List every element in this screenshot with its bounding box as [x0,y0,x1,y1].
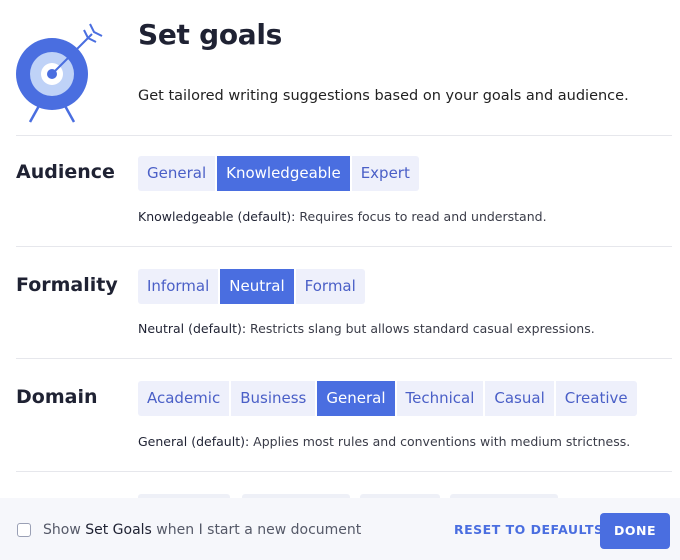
formality-option-informal[interactable]: Informal [138,269,219,304]
formality-desc-text: Restricts slang but allows standard casu… [246,321,595,336]
audience-selector: General Knowledgeable Expert [138,156,419,191]
formality-option-neutral[interactable]: Neutral [220,269,294,304]
formality-desc-key: Neutral (default): [138,321,247,336]
domain-option-business[interactable]: Business [231,381,316,416]
formality-option-formal[interactable]: Formal [295,269,365,304]
divider [16,135,672,136]
domain-option-technical[interactable]: Technical [396,381,484,416]
domain-option-creative[interactable]: Creative [555,381,637,416]
audience-label: Audience [16,161,115,183]
audience-description: Knowledgeable (default): Requires focus … [138,209,547,224]
divider [16,471,672,472]
domain-desc-key: General (default): [138,434,250,449]
domain-option-academic[interactable]: Academic [138,381,230,416]
done-button[interactable]: DONE [600,513,670,549]
divider [16,358,672,359]
domain-desc-text: Applies most rules and conventions with … [249,434,631,449]
audience-option-general[interactable]: General [138,156,216,191]
divider [16,246,672,247]
checkbox-label-strong: Set Goals [85,522,152,538]
page-title: Set goals [138,18,283,51]
formality-description: Neutral (default): Restricts slang but a… [138,321,595,336]
domain-description: General (default): Applies most rules an… [138,434,630,449]
show-set-goals-label[interactable]: Show Set Goals when I start a new docume… [43,522,361,538]
audience-desc-key: Knowledgeable (default): [138,209,296,224]
domain-option-casual[interactable]: Casual [485,381,554,416]
checkbox-label-pre: Show [43,522,86,538]
domain-label: Domain [16,386,98,408]
goals-header: Set goals Get tailored writing suggestio… [0,0,680,136]
formality-selector: Informal Neutral Formal [138,269,365,304]
formality-label: Formality [16,274,118,296]
domain-option-general[interactable]: General [317,381,395,416]
audience-desc-text: Requires focus to read and understand. [295,209,547,224]
show-set-goals-checkbox[interactable] [17,523,31,537]
checkbox-label-post: when I start a new document [151,522,362,538]
reset-to-defaults-button[interactable]: RESET TO DEFAULTS [454,522,603,537]
footer-bar: Show Set Goals when I start a new docume… [0,498,680,560]
audience-option-knowledgeable[interactable]: Knowledgeable [217,156,350,191]
target-icon [16,23,103,123]
domain-selector: Academic Business General Technical Casu… [138,381,637,416]
page-subtitle: Get tailored writing suggestions based o… [138,88,629,104]
audience-option-expert[interactable]: Expert [351,156,419,191]
